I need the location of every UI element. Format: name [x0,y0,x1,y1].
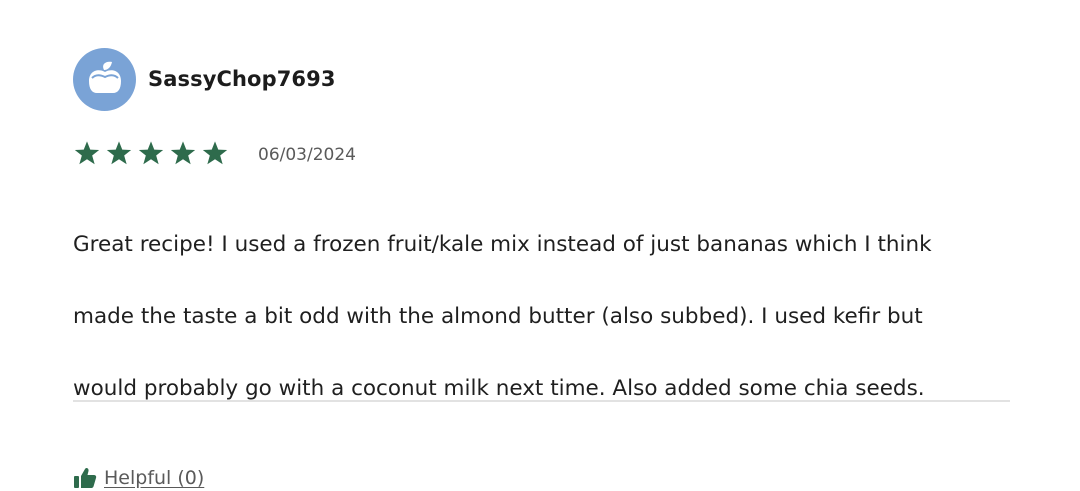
review-text: Great recipe! I used a frozen fruit/kale… [73,191,1033,443]
review-card: SassyChop7693 06/03/2024 Great recipe! I… [73,47,1010,491]
star-rating [73,140,229,167]
helpful-button[interactable]: Helpful (0) [73,465,1010,491]
review-header: SassyChop7693 [73,47,1010,111]
star-icon [138,140,164,164]
divider [73,400,1010,402]
helpful-link[interactable]: Helpful (0) [104,467,204,489]
apple-icon [88,61,121,93]
review-text-line: made the taste a bit odd with the almond… [73,304,923,329]
star-icon [106,140,132,164]
avatar [73,47,136,111]
star-icon [202,140,228,164]
thumbs-up-icon [74,467,97,488]
rating-row: 06/03/2024 [73,138,1010,168]
review-text-line: Great recipe! I used a frozen fruit/kale… [73,232,932,257]
review-date: 06/03/2024 [258,144,356,165]
star-icon [74,140,100,164]
username: SassyChop7693 [148,67,336,91]
star-icon [170,140,196,164]
